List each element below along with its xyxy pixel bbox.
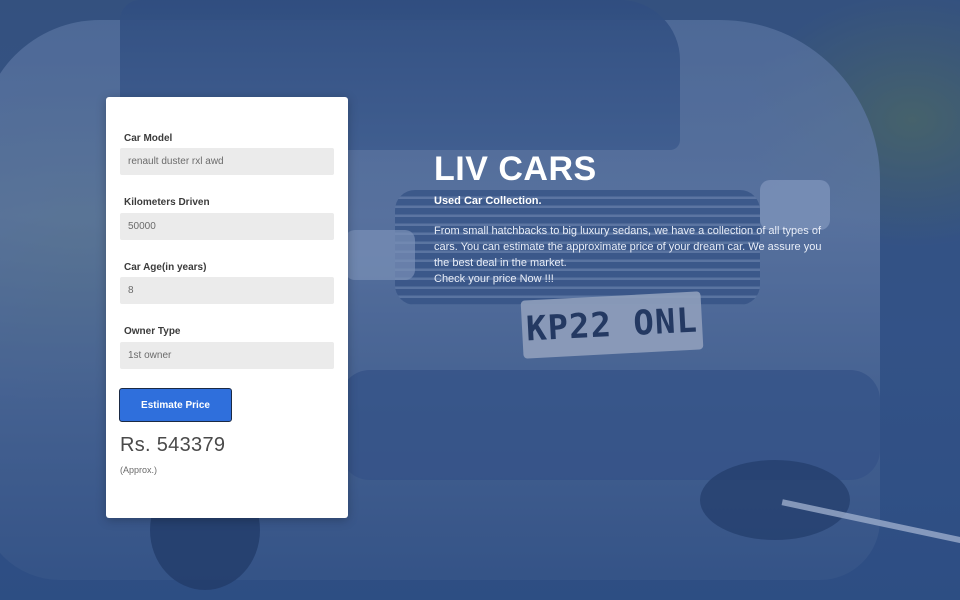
description-line: the best deal in the market. — [434, 257, 567, 269]
car-age-label: Car Age(in years) — [124, 262, 207, 273]
owner-type-input[interactable] — [120, 342, 334, 369]
approx-note: (Approx.) — [120, 465, 158, 475]
estimate-price-button[interactable]: Estimate Price — [119, 388, 232, 422]
kilometers-driven-label: Kilometers Driven — [124, 197, 210, 208]
description-line: cars. You can estimate the approximate p… — [434, 241, 822, 253]
description-line: From small hatchbacks to big luxury seda… — [434, 225, 822, 237]
price-estimator-card: Car Model Kilometers Driven Car Age(in y… — [106, 97, 348, 518]
brand-subtitle: Used Car Collection. — [434, 195, 542, 207]
description-line: Check your price Now !!! — [434, 273, 554, 285]
car-model-label: Car Model — [124, 133, 173, 144]
kilometers-driven-input[interactable] — [120, 213, 334, 240]
owner-type-label: Owner Type — [124, 326, 181, 337]
estimated-price: Rs. 543379 — [120, 434, 226, 456]
brand-description: From small hatchbacks to big luxury seda… — [434, 223, 874, 287]
brand-title: LIV CARS — [434, 150, 597, 188]
hero-section: LIV CARS Used Car Collection. From small… — [434, 150, 874, 287]
car-model-input[interactable] — [120, 148, 334, 175]
car-age-input[interactable] — [120, 277, 334, 304]
